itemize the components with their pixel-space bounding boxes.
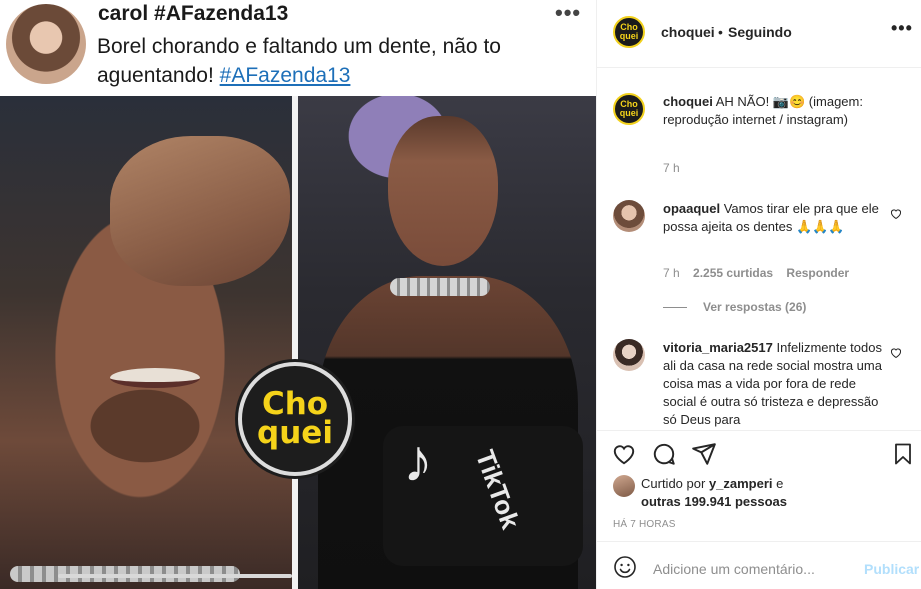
caption-username[interactable]: choquei	[663, 94, 713, 109]
comment-icon[interactable]	[651, 441, 679, 469]
post-timestamp[interactable]: HÁ 7 HORAS	[613, 519, 676, 530]
comment-likes[interactable]: 2.255 curtidas	[693, 266, 773, 280]
publish-button[interactable]: Publicar	[864, 561, 919, 577]
post-author-username[interactable]: choquei	[661, 24, 715, 40]
comments-list[interactable]: Cho quei choquei AH NÃO! 📷😊 (imagem: rep…	[597, 69, 921, 429]
photo-crying-man	[0, 96, 292, 589]
caption-time[interactable]: 7 h	[663, 161, 680, 175]
tweet-screenshot-header: carol #AFazenda13 ••• Borel chorando e f…	[0, 0, 596, 96]
emoji-icon[interactable]	[613, 555, 637, 579]
liked-by-prefix: Curtido por	[641, 476, 706, 491]
liked-by-others[interactable]: outras 199.941 pessoas	[641, 494, 787, 509]
comment-avatar[interactable]	[613, 200, 645, 232]
comment-like-icon[interactable]	[890, 208, 902, 220]
comment-text-block: opaaquel Vamos tirar ele pra que ele pos…	[663, 200, 887, 236]
choquei-watermark-logo: Cho quei	[238, 362, 352, 476]
liked-by-avatar[interactable]	[613, 475, 635, 497]
follow-status-button[interactable]: Seguindo	[728, 24, 792, 40]
view-replies-button[interactable]: Ver respostas (26)	[703, 300, 806, 314]
comment-time[interactable]: 7 h	[663, 266, 680, 280]
replies-divider	[663, 307, 687, 308]
logo-line-2: quei	[257, 415, 333, 451]
caption-avatar[interactable]: Cho quei	[613, 93, 645, 125]
comment-input[interactable]: Adicione um comentário...	[653, 561, 815, 577]
heart-icon[interactable]	[611, 441, 639, 469]
video-progress-bar[interactable]	[58, 574, 292, 578]
caption-avatar-line-2: quei	[619, 108, 639, 118]
photo-man-in-chair: ♪ TikTok	[298, 96, 596, 589]
comment-username[interactable]: vitoria_maria2517	[663, 340, 773, 355]
tweet-photos: ♪ TikTok Cho quei	[0, 96, 596, 589]
liked-by-summary: Curtido por y_zamperi e outras 199.941 p…	[641, 475, 787, 511]
tweet-text: Borel chorando e faltando um dente, não …	[97, 32, 577, 90]
comment-text-block: vitoria_maria2517 Infelizmente todos ali…	[663, 339, 887, 429]
header-separator: •	[718, 24, 723, 40]
tiktok-logo-icon: ♪	[403, 427, 433, 494]
liked-by-user[interactable]: y_zamperi	[709, 476, 773, 491]
comment-username[interactable]: opaaquel	[663, 201, 720, 216]
comment-reply-button[interactable]: Responder	[786, 266, 849, 280]
photo-head	[388, 116, 498, 266]
comment-meta: 7 h 2.255 curtidas Responder	[663, 266, 849, 280]
caption-text-block: choquei AH NÃO! 📷😊 (imagem: reprodução i…	[663, 93, 887, 129]
add-comment-bar: Adicione um comentário... Publicar	[597, 541, 921, 589]
bookmark-icon[interactable]	[891, 441, 919, 469]
post-media[interactable]: carol #AFazenda13 ••• Borel chorando e f…	[0, 0, 596, 589]
tweet-author-name: carol #AFazenda13	[98, 2, 289, 25]
post-actions: Curtido por y_zamperi e outras 199.941 p…	[597, 430, 921, 540]
more-options-icon[interactable]: •••	[891, 18, 913, 39]
post-header: Cho quei choquei • Seguindo •••	[597, 0, 921, 68]
liked-by-connector: e	[776, 476, 784, 491]
avatar-logo-line-2: quei	[619, 31, 639, 41]
tweet-more-icon: •••	[555, 0, 582, 25]
comment-avatar[interactable]	[613, 339, 645, 371]
tweet-hashtag: #AFazenda13	[219, 64, 351, 87]
comment-like-icon[interactable]	[890, 347, 902, 359]
avatar[interactable]: Cho quei	[613, 16, 645, 48]
send-icon[interactable]	[691, 441, 719, 469]
photo-necklace	[390, 278, 490, 296]
photo-teeth	[110, 368, 200, 388]
tweet-avatar	[6, 4, 86, 84]
photo-hand	[110, 136, 290, 286]
post-side-panel: Cho quei choquei • Seguindo ••• Cho quei…	[596, 0, 921, 589]
